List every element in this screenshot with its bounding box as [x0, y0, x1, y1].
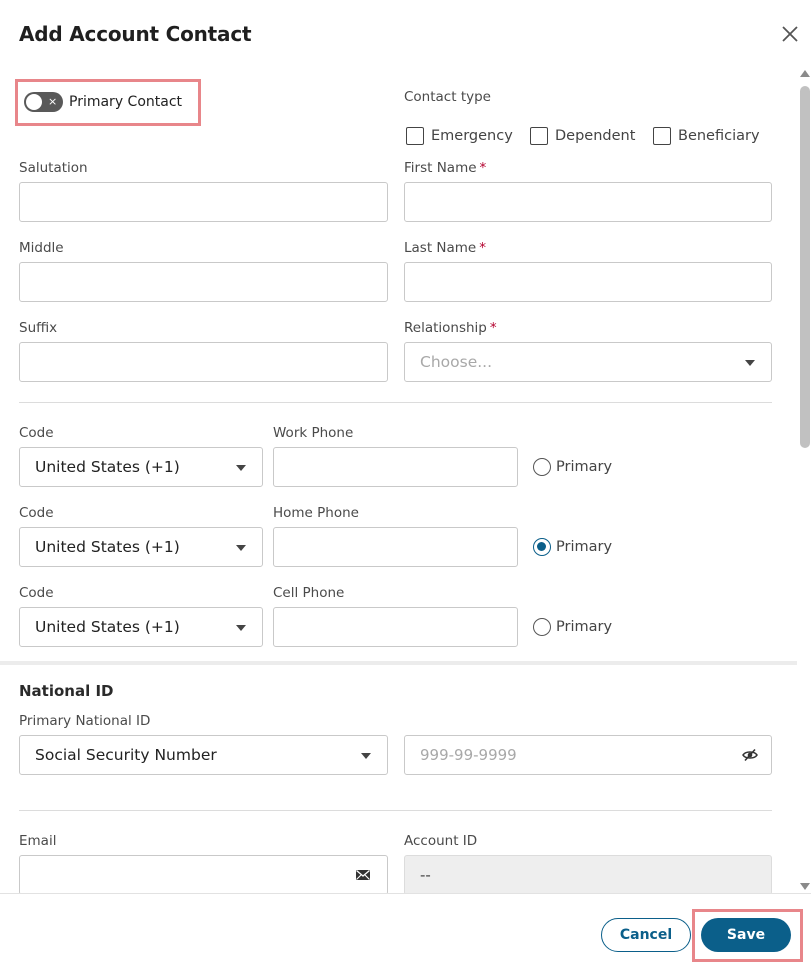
relationship-label-text: Relationship [404, 320, 487, 336]
account-id-label: Account ID [404, 833, 478, 849]
emergency-checkbox-row[interactable]: Emergency [406, 127, 513, 145]
salutation-input[interactable] [19, 182, 388, 222]
primary-contact-highlight: × Primary Contact [15, 79, 201, 126]
close-icon[interactable] [778, 22, 802, 46]
work-code-value: United States (+1) [35, 458, 180, 476]
cell-code-label: Code [19, 585, 54, 601]
cancel-button[interactable]: Cancel [601, 918, 691, 952]
home-phone-code-select[interactable]: United States (+1) [19, 527, 263, 567]
dependent-checkbox[interactable] [530, 127, 548, 145]
last-name-input[interactable] [404, 262, 772, 302]
toggle-off-icon: × [48, 95, 58, 108]
chevron-down-icon [745, 360, 755, 366]
scroll-down-arrow-icon[interactable] [800, 883, 810, 890]
email-input[interactable] [19, 855, 388, 895]
home-phone-label: Home Phone [273, 505, 359, 521]
last-name-label: Last Name * [404, 240, 486, 256]
last-name-label-text: Last Name [404, 240, 477, 256]
required-mark: * [489, 320, 497, 336]
cell-phone-primary-radio-row[interactable]: Primary [533, 618, 612, 636]
middle-name-input[interactable] [19, 262, 388, 302]
chevron-down-icon [236, 545, 246, 551]
toggle-knob [26, 94, 42, 110]
home-phone-primary-radio-row[interactable]: Primary [533, 538, 612, 556]
emergency-checkbox[interactable] [406, 127, 424, 145]
dialog-title: Add Account Contact [19, 22, 252, 46]
required-mark: * [479, 160, 487, 176]
divider [19, 402, 772, 403]
relationship-placeholder: Choose... [420, 353, 493, 371]
primary-contact-label: Primary Contact [69, 94, 183, 110]
national-id-section-title: National ID [19, 682, 114, 700]
middle-label: Middle [19, 240, 64, 256]
chevron-down-icon [236, 465, 246, 471]
national-id-type-value: Social Security Number [35, 746, 217, 764]
chevron-down-icon [236, 625, 246, 631]
work-phone-input[interactable] [273, 447, 518, 487]
cell-phone-input[interactable] [273, 607, 518, 647]
home-phone-primary-label: Primary [556, 539, 613, 555]
divider [19, 810, 772, 811]
home-phone-primary-radio[interactable] [533, 538, 551, 556]
work-phone-label: Work Phone [273, 425, 354, 441]
home-code-label: Code [19, 505, 54, 521]
scrollbar[interactable] [798, 66, 811, 894]
primary-contact-toggle[interactable]: × [24, 92, 63, 112]
national-id-number-input[interactable] [404, 735, 772, 775]
chevron-down-icon [361, 753, 371, 759]
email-label: Email [19, 833, 57, 849]
primary-national-id-label: Primary National ID [19, 713, 151, 729]
home-phone-input[interactable] [273, 527, 518, 567]
dependent-checkbox-row[interactable]: Dependent [530, 127, 635, 145]
account-id-value: -- [404, 855, 772, 895]
dependent-label: Dependent [555, 128, 636, 144]
work-phone-primary-radio-row[interactable]: Primary [533, 458, 612, 476]
scroll-up-arrow-icon[interactable] [800, 70, 810, 77]
save-button[interactable]: Save [701, 918, 791, 952]
first-name-input[interactable] [404, 182, 772, 222]
beneficiary-checkbox-row[interactable]: Beneficiary [653, 127, 760, 145]
national-id-type-select[interactable]: Social Security Number [19, 735, 388, 775]
work-phone-primary-label: Primary [556, 459, 613, 475]
relationship-label: Relationship * [404, 320, 497, 336]
cell-phone-code-select[interactable]: United States (+1) [19, 607, 263, 647]
contact-type-label: Contact type [404, 89, 491, 105]
cell-code-value: United States (+1) [35, 618, 180, 636]
cell-phone-label: Cell Phone [273, 585, 345, 601]
scrollbar-thumb[interactable] [800, 86, 810, 448]
salutation-label: Salutation [19, 160, 88, 176]
work-phone-code-select[interactable]: United States (+1) [19, 447, 263, 487]
cell-phone-primary-label: Primary [556, 619, 613, 635]
envelope-icon [356, 870, 370, 880]
work-code-label: Code [19, 425, 54, 441]
work-phone-primary-radio[interactable] [533, 458, 551, 476]
beneficiary-checkbox[interactable] [653, 127, 671, 145]
required-mark: * [479, 240, 486, 256]
first-name-label: First Name * [404, 160, 486, 176]
beneficiary-label: Beneficiary [678, 128, 760, 144]
home-code-value: United States (+1) [35, 538, 180, 556]
emergency-label: Emergency [431, 128, 513, 144]
relationship-select[interactable]: Choose... [404, 342, 772, 382]
cell-phone-primary-radio[interactable] [533, 618, 551, 636]
first-name-label-text: First Name [404, 160, 477, 176]
suffix-input[interactable] [19, 342, 388, 382]
suffix-label: Suffix [19, 320, 58, 336]
account-id-text: -- [420, 866, 431, 884]
eye-slash-icon[interactable] [742, 748, 758, 762]
section-divider [0, 661, 797, 665]
